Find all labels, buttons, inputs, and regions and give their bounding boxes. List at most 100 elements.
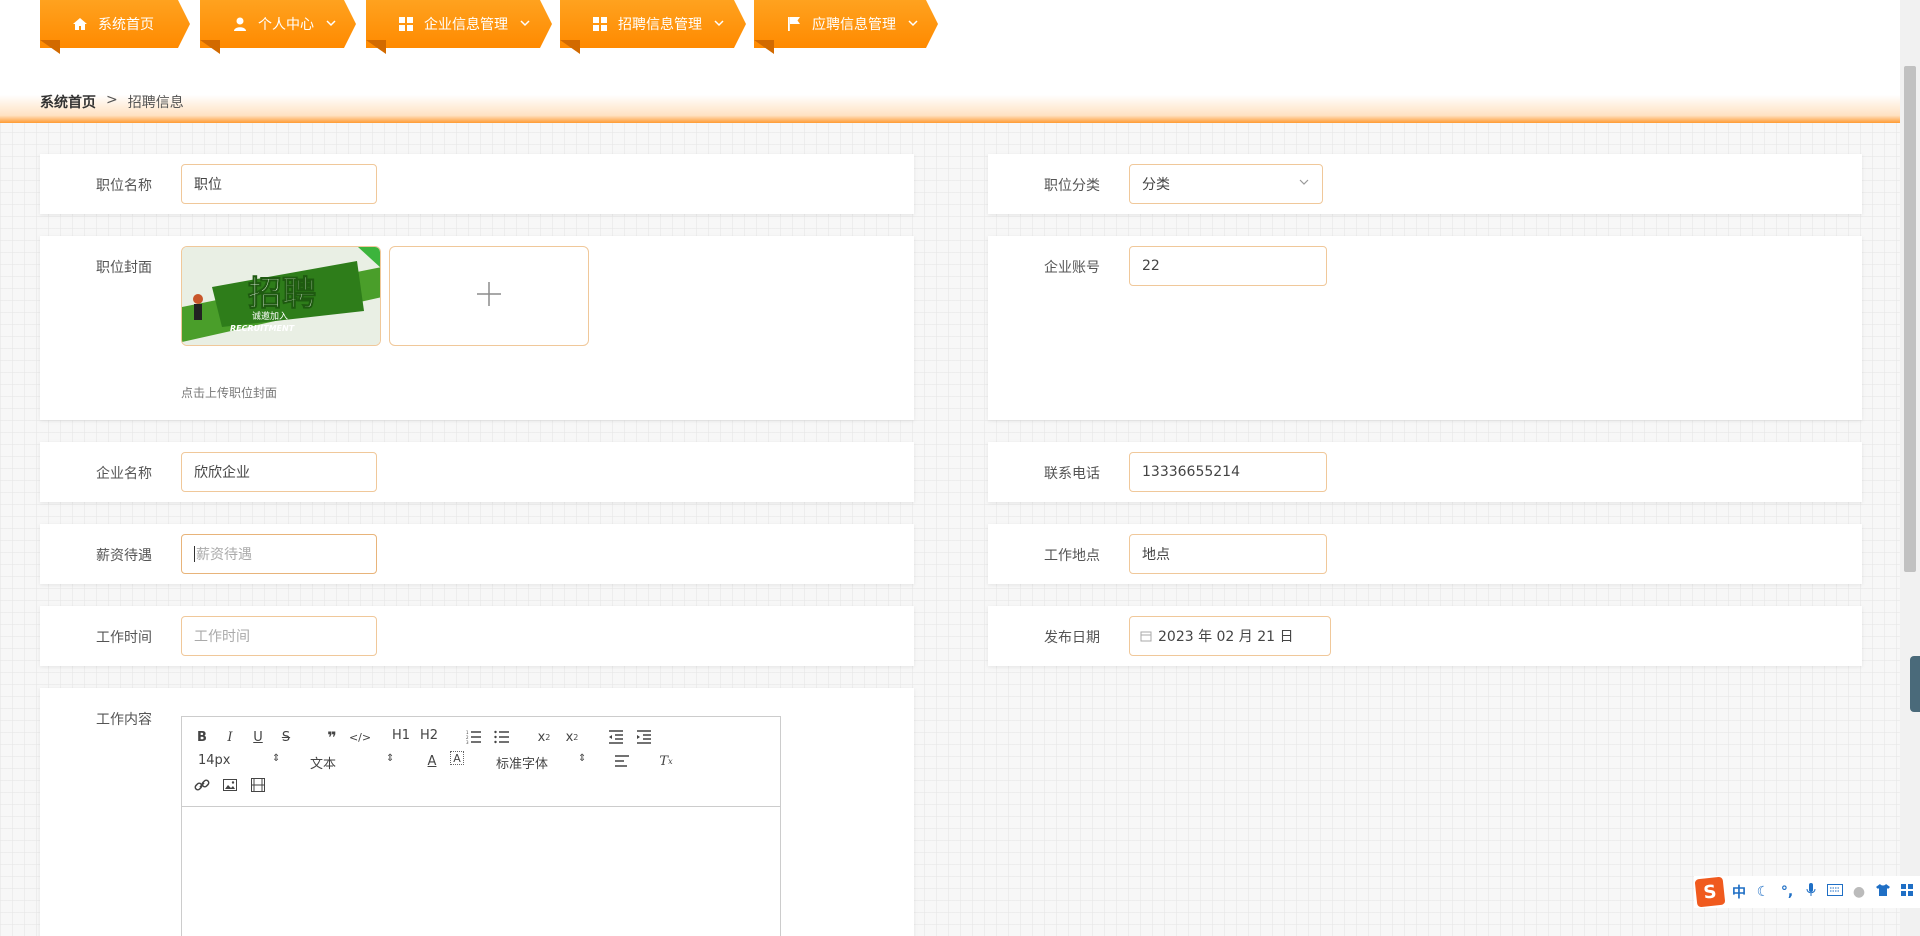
company-name-label: 企业名称	[96, 466, 152, 482]
paragraph-select[interactable]: 文本	[310, 753, 336, 772]
job-cover-image[interactable]: 招聘 诚邀加入 RECRUITMENT	[181, 246, 381, 346]
ordered-list-icon[interactable]: 123	[464, 727, 484, 747]
contact-phone-input[interactable]: 13336655214	[1129, 452, 1327, 492]
bullet-list-icon[interactable]	[492, 727, 512, 747]
nav-item-company-info[interactable]: 企业信息管理	[366, 0, 552, 48]
job-category-row: 职位分类 分类	[988, 154, 1862, 214]
work-location-input[interactable]: 地点	[1129, 534, 1327, 574]
job-cover-tip: 点击上传职位封面	[181, 386, 278, 400]
breadcrumb-home[interactable]: 系统首页	[40, 92, 96, 112]
microphone-icon[interactable]	[1802, 883, 1820, 901]
job-name-input[interactable]: 职位	[181, 164, 377, 204]
company-account-input[interactable]: 22	[1129, 246, 1327, 286]
svg-text:3: 3	[466, 740, 469, 744]
heading2-icon[interactable]: H2	[420, 728, 438, 743]
subscript-icon[interactable]: x2	[534, 727, 554, 747]
company-name-row: 企业名称 欣欣企业	[40, 442, 914, 502]
cover-title-text: 招聘	[248, 274, 316, 314]
breadcrumb-bar: 系统首页 > 招聘信息	[0, 60, 1900, 123]
link-icon[interactable]	[192, 775, 212, 795]
breadcrumb-separator: >	[106, 92, 118, 108]
user-icon[interactable]: ●	[1850, 884, 1868, 900]
chevron-down-icon	[714, 18, 724, 31]
user-icon	[232, 16, 248, 32]
job-cover-label: 职位封面	[96, 260, 152, 276]
publish-date-row: 发布日期 2023 年 02 月 21 日	[988, 606, 1862, 666]
rich-text-editor: B I U S ❞ </> H1 H2 123 x2 x2 14px ⇕ 文本 …	[181, 716, 781, 936]
background-color-icon[interactable]: A	[450, 751, 464, 765]
sort-arrows-icon: ⇕	[386, 753, 395, 764]
sogou-logo-icon: S	[1694, 876, 1726, 908]
nav-item-home[interactable]: 系统首页	[40, 0, 190, 48]
home-icon	[72, 16, 88, 32]
vertical-scrollbar[interactable]	[1900, 0, 1920, 936]
upload-add-button[interactable]	[389, 246, 589, 346]
work-location-row: 工作地点 地点	[988, 524, 1862, 584]
punctuation-icon[interactable]: °,	[1778, 884, 1796, 900]
job-category-select[interactable]: 分类	[1129, 164, 1323, 204]
work-location-label: 工作地点	[1044, 548, 1100, 564]
grid-icon	[398, 16, 414, 32]
flag-icon	[786, 16, 802, 32]
text-cursor	[194, 546, 195, 562]
keyboard-icon[interactable]	[1826, 884, 1844, 900]
font-color-icon[interactable]: A	[422, 751, 442, 771]
salary-input[interactable]: 薪资待遇	[181, 534, 377, 574]
salary-row: 薪资待遇 薪资待遇	[40, 524, 914, 584]
align-icon[interactable]	[612, 751, 632, 771]
video-icon[interactable]	[248, 775, 268, 795]
cover-en-text: RECRUITMENT	[230, 324, 295, 333]
clear-format-icon[interactable]: Tx	[656, 751, 676, 771]
image-icon[interactable]	[220, 775, 240, 795]
company-account-label: 企业账号	[1044, 260, 1100, 276]
work-time-label: 工作时间	[96, 630, 152, 646]
salary-label: 薪资待遇	[96, 548, 152, 564]
publish-date-label: 发布日期	[1044, 630, 1100, 646]
nav-item-personal[interactable]: 个人中心	[200, 0, 356, 48]
work-time-row: 工作时间 工作时间	[40, 606, 914, 666]
plus-icon	[475, 280, 503, 312]
work-time-input[interactable]: 工作时间	[181, 616, 377, 656]
editor-toolbar: B I U S ❞ </> H1 H2 123 x2 x2 14px ⇕ 文本 …	[182, 717, 780, 807]
company-name-input[interactable]: 欣欣企业	[181, 452, 377, 492]
grid-icon[interactable]	[1898, 884, 1916, 900]
superscript-icon[interactable]: x2	[562, 727, 582, 747]
cover-subtitle-text: 诚邀加入	[252, 310, 288, 322]
ime-language[interactable]: 中	[1730, 882, 1748, 902]
underline-icon[interactable]: U	[248, 727, 268, 747]
bold-icon[interactable]: B	[192, 727, 212, 747]
job-name-label: 职位名称	[96, 178, 152, 194]
publish-date-value: 2023 年 02 月 21 日	[1158, 629, 1294, 645]
italic-icon[interactable]: I	[220, 727, 240, 747]
font-size-select[interactable]: 14px	[198, 753, 231, 768]
side-tab[interactable]	[1910, 656, 1920, 712]
job-content-label: 工作内容	[96, 712, 152, 728]
job-cover-row: 职位封面 招聘 诚邀加入 RECRUITMENT 点击上传职位封面	[40, 236, 914, 420]
outdent-icon[interactable]	[606, 727, 626, 747]
salary-placeholder: 薪资待遇	[196, 547, 252, 563]
nav-label: 个人中心	[258, 17, 314, 33]
company-account-row: 企业账号 22	[988, 236, 1862, 420]
blockquote-icon[interactable]: ❞	[322, 727, 342, 747]
code-block-icon[interactable]: </>	[349, 727, 371, 747]
job-content-row: 工作内容 B I U S ❞ </> H1 H2 123 x2 x2 14px …	[40, 688, 914, 936]
job-category-label: 职位分类	[1044, 178, 1100, 194]
heading1-icon[interactable]: H1	[392, 728, 410, 743]
calendar-icon	[1140, 630, 1152, 642]
ime-toolbar[interactable]: S 中 ☾ °, ●	[1694, 876, 1920, 908]
strikethrough-icon[interactable]: S	[276, 727, 296, 747]
scrollbar-thumb[interactable]	[1904, 66, 1916, 572]
moon-icon[interactable]: ☾	[1754, 884, 1772, 900]
contact-phone-row: 联系电话 13336655214	[988, 442, 1862, 502]
breadcrumb: 系统首页 > 招聘信息	[40, 92, 184, 112]
nav-label: 系统首页	[98, 17, 154, 33]
chevron-down-icon	[908, 18, 918, 31]
shirt-icon[interactable]	[1874, 884, 1892, 900]
publish-date-picker[interactable]: 2023 年 02 月 21 日	[1129, 616, 1331, 656]
editor-content-area[interactable]	[182, 807, 780, 936]
font-family-select[interactable]: 标准字体	[496, 753, 548, 772]
job-category-value: 分类	[1142, 177, 1170, 193]
nav-item-recruit-info[interactable]: 招聘信息管理	[560, 0, 746, 48]
indent-icon[interactable]	[634, 727, 654, 747]
nav-item-application-info[interactable]: 应聘信息管理	[754, 0, 938, 48]
